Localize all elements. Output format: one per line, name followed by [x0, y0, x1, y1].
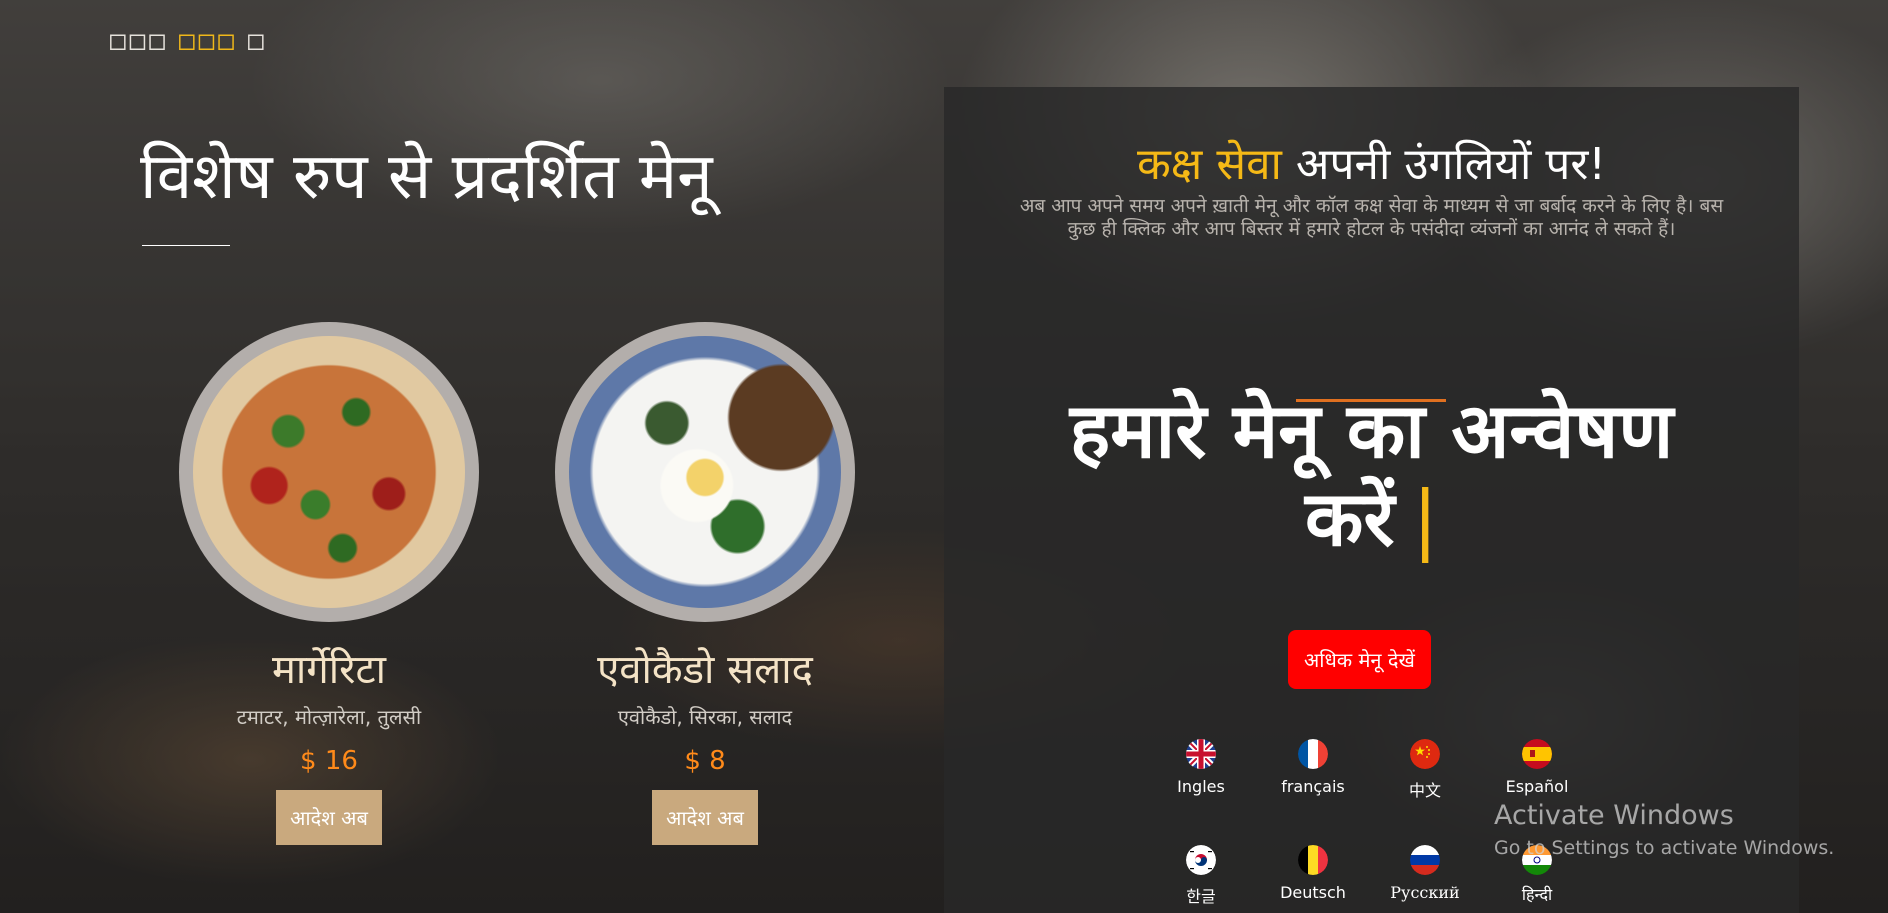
language-option-korean[interactable]: 한글	[1146, 845, 1256, 907]
menu-item-price: $ 8	[684, 746, 726, 776]
menu-item-avocado-salad: एवोकैडो सलाद एवोकैडो, सिरका, सलाद $ 8 आद…	[540, 322, 870, 845]
language-label: हिन्दी	[1521, 885, 1553, 904]
menu-item-price: $ 16	[300, 746, 358, 776]
language-label: 中文	[1408, 781, 1441, 800]
language-label: 한글	[1186, 887, 1216, 906]
language-label: Deutsch	[1280, 883, 1346, 902]
watermark-title: Activate Windows	[1494, 800, 1734, 831]
explore-heading-line-2: करें	[1304, 474, 1395, 563]
room-service-description: अब आप अपने समय अपने ख़ाती मेनू और कॉल कक…	[1019, 195, 1724, 240]
featured-menu-title: विशेष रुप से प्रदर्शित मेनू	[140, 140, 713, 214]
language-label: Русский	[1390, 883, 1460, 902]
site-logo[interactable]: □□□ □□□ □	[110, 26, 268, 56]
logo-part-3: □	[247, 26, 268, 56]
belgium-flag-icon	[1298, 845, 1328, 875]
title-divider	[142, 245, 230, 246]
language-option-spanish[interactable]: Español	[1482, 739, 1592, 796]
room-service-title-rest: अपनी उंगलियों पर!	[1281, 139, 1606, 190]
language-label: Ingles	[1177, 777, 1225, 796]
room-service-title-highlight: कक्ष सेवा	[1137, 139, 1282, 190]
plate-frame	[555, 322, 855, 622]
explore-menu-heading: हमारे मेनू का अन्वेषण करें |	[944, 387, 1799, 563]
russia-flag-icon	[1410, 845, 1440, 875]
menu-item-ingredients: एवोकैडो, सिरका, सलाद	[617, 705, 793, 729]
language-option-chinese[interactable]: 中文	[1370, 739, 1480, 801]
see-more-menu-button[interactable]: अधिक मेनू देखें	[1288, 630, 1431, 689]
language-option-german[interactable]: Deutsch	[1258, 845, 1368, 902]
explore-heading-line-1: हमारे मेनू का अन्वेषण	[1069, 386, 1674, 475]
language-option-french[interactable]: français	[1258, 739, 1368, 796]
language-option-english[interactable]: Ingles	[1146, 739, 1256, 796]
logo-part-1: □□□	[110, 26, 169, 56]
uk-flag-icon	[1186, 739, 1216, 769]
pizza-image	[193, 336, 465, 608]
language-label: Español	[1505, 777, 1569, 796]
order-now-button[interactable]: आदेश अब	[652, 790, 758, 845]
france-flag-icon	[1298, 739, 1328, 769]
language-option-russian[interactable]: Русский	[1370, 845, 1480, 902]
china-flag-icon	[1410, 739, 1440, 769]
room-service-title: कक्ष सेवा अपनी उंगलियों पर!	[944, 132, 1799, 192]
plate-frame	[179, 322, 479, 622]
language-label: français	[1281, 777, 1345, 796]
spain-flag-icon	[1522, 739, 1552, 769]
order-now-button[interactable]: आदेश अब	[276, 790, 382, 845]
avocado-salad-image	[569, 336, 841, 608]
logo-part-2: □□□	[178, 26, 238, 56]
activate-windows-watermark: Activate Windows Go to Settings to activ…	[1494, 800, 1834, 859]
room-service-panel: कक्ष सेवा अपनी उंगलियों पर! अब आप अपने स…	[944, 87, 1799, 913]
menu-item-name: मार्गेरिटा	[271, 647, 387, 693]
korea-flag-icon	[1186, 845, 1216, 875]
menu-item-name: एवोकैडो सलाद	[597, 647, 813, 693]
menu-item-margherita: मार्गेरिटा टमाटर, मोत्ज़ारेला, तुलसी $ 1…	[164, 322, 494, 845]
menu-item-ingredients: टमाटर, मोत्ज़ारेला, तुलसी	[236, 705, 422, 729]
typing-caret: |	[1412, 474, 1439, 563]
watermark-subtitle: Go to Settings to activate Windows.	[1494, 837, 1835, 859]
